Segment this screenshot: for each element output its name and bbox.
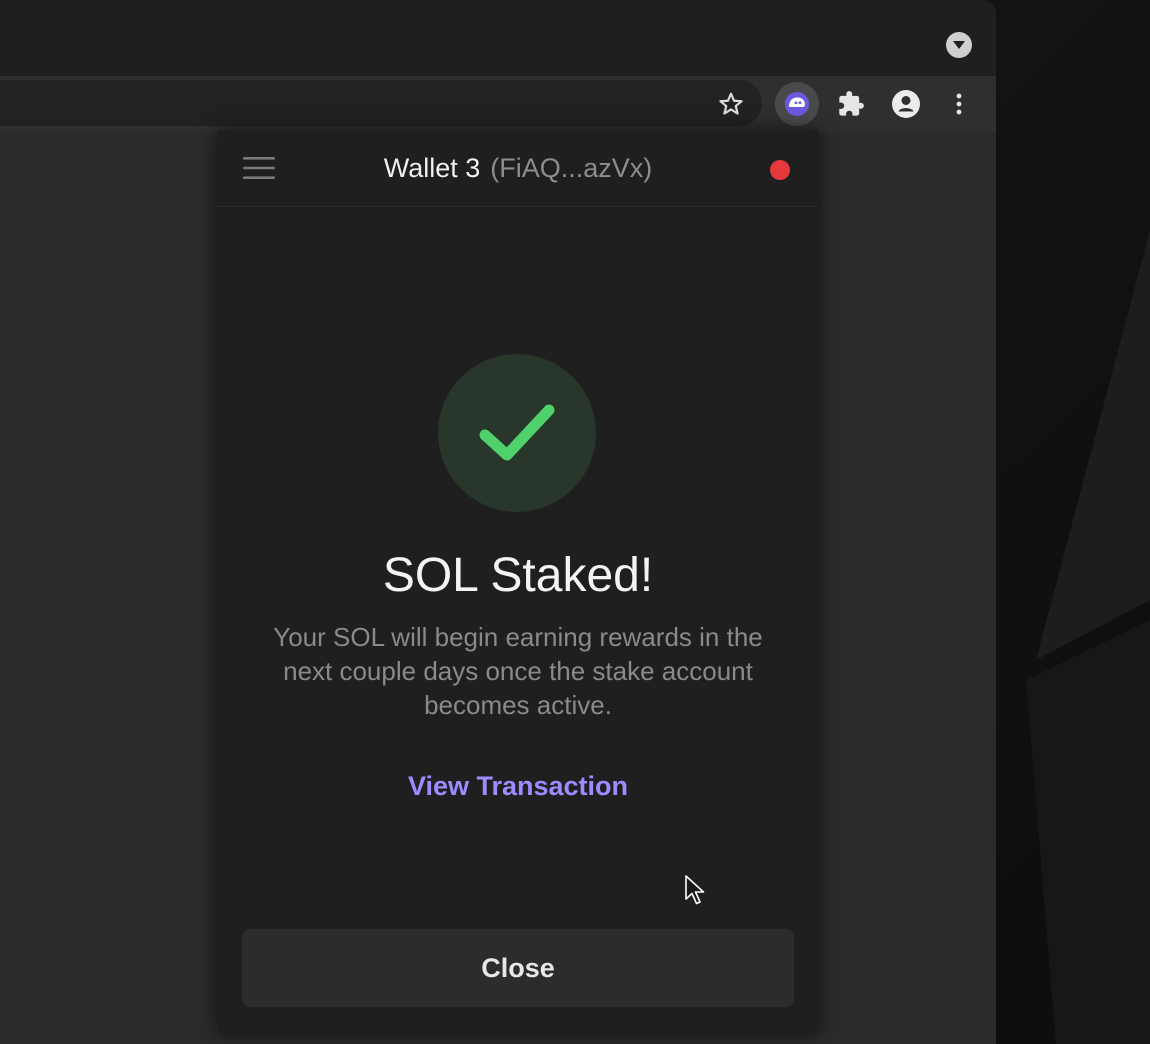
browser-menu-button[interactable] (937, 82, 981, 126)
address-bar[interactable] (0, 80, 762, 126)
wallet-popup: Wallet 3 (FiAQ...azVx) SOL Staked! Your S… (218, 130, 818, 1034)
browser-toolbar (0, 76, 996, 132)
popup-header: Wallet 3 (FiAQ...azVx) (218, 130, 818, 207)
success-description: Your SOL will begin earning rewards in t… (273, 622, 763, 720)
tab-search-button[interactable] (946, 32, 972, 58)
success-title: SOL Staked! (382, 549, 654, 602)
success-badge (438, 354, 596, 512)
phantom-extension-icon (785, 92, 809, 116)
tab-strip (0, 0, 996, 76)
bookmark-star-icon (719, 92, 743, 115)
phantom-extension-button[interactable] (775, 82, 819, 126)
view-transaction-link[interactable]: View Transaction (368, 768, 668, 804)
bookmark-button[interactable] (709, 82, 753, 126)
wallpaper-shard (1026, 230, 1150, 1044)
extensions-puzzle-icon (839, 91, 864, 116)
more-menu-icon (956, 93, 962, 115)
network-status-dot[interactable] (770, 160, 790, 180)
mouse-cursor-icon (685, 875, 705, 905)
close-button[interactable]: Close (242, 929, 794, 1007)
extensions-button[interactable] (829, 82, 873, 126)
profile-button[interactable] (884, 82, 928, 126)
wallet-address: (FiAQ...azVx) (490, 153, 653, 183)
wallet-name: Wallet 3 (383, 153, 481, 183)
chevron-down-icon (953, 41, 965, 49)
checkmark-icon (479, 404, 555, 461)
profile-icon (892, 90, 920, 118)
wallet-selector[interactable]: Wallet 3 (FiAQ...azVx) (218, 150, 818, 186)
